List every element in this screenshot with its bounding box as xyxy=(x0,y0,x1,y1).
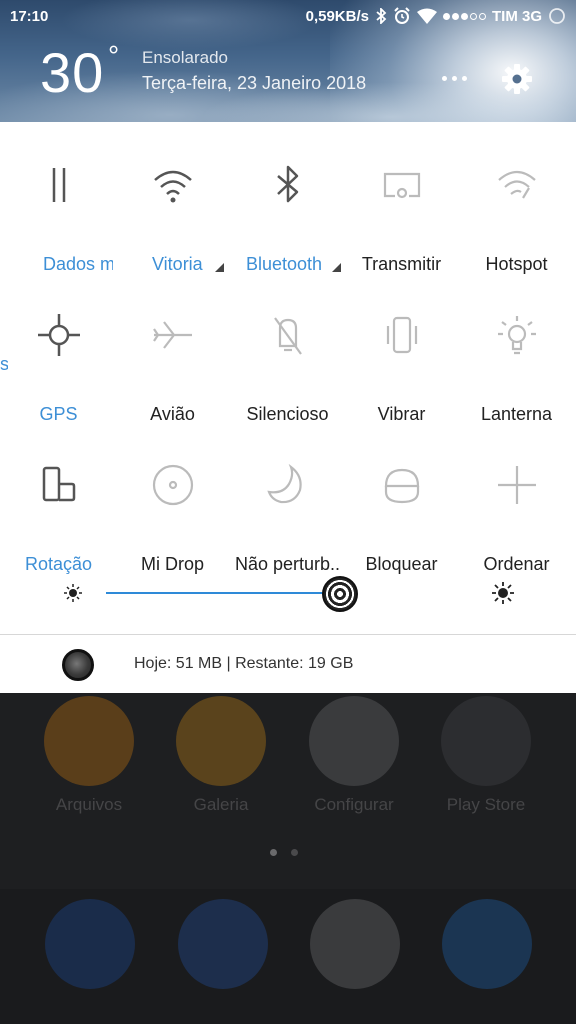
tile-label-mobile-data: Dados m xyxy=(43,254,113,274)
signal-strength-icon xyxy=(442,12,486,20)
tile-cast[interactable]: Transmitir xyxy=(344,144,459,274)
contacts-icon[interactable] xyxy=(178,899,268,989)
weather-condition: Ensolarado xyxy=(142,48,229,67)
folder-icon xyxy=(44,696,134,786)
home-screen-background: Arquivos Galeria Configurar Play Store xyxy=(0,693,576,1024)
tile-gps[interactable]: GPS xyxy=(1,294,116,424)
brightness-control xyxy=(0,570,576,618)
tile-lock[interactable]: Bloquear xyxy=(344,444,459,574)
email-icon[interactable] xyxy=(310,899,400,989)
bluetooth-status-icon xyxy=(376,8,387,24)
tile-label-flashlight: Lanterna xyxy=(480,404,553,424)
degree-symbol: ° xyxy=(108,40,120,71)
vibrate-icon xyxy=(381,314,423,356)
status-icons: 0,59KB/s TIM 3G xyxy=(306,7,566,25)
more-options-button[interactable] xyxy=(440,66,470,90)
messages-icon[interactable] xyxy=(442,899,532,989)
tile-hotspot[interactable]: Hotspot xyxy=(459,144,574,274)
tile-label-hotspot: Hotspot xyxy=(485,254,548,274)
tile-label-bluetooth: Bluetooth xyxy=(246,254,323,274)
tile-label-cast: Transmitir xyxy=(361,254,442,274)
expand-arrow-icon xyxy=(215,263,224,272)
tile-sort[interactable]: Ordenar xyxy=(459,444,574,574)
cast-screen-icon xyxy=(381,164,423,206)
tile-rotation[interactable]: Rotação xyxy=(1,444,116,574)
play-store-icon xyxy=(441,696,531,786)
data-usage-text: Hoje: 51 MB | Restante: 19 GB xyxy=(134,655,354,672)
tile-flashlight[interactable]: Lanterna xyxy=(459,294,574,424)
carrier-name: TIM 3G xyxy=(491,7,542,25)
home-app-label: Arquivos xyxy=(55,795,123,814)
tile-mobile-data[interactable]: Dados m xyxy=(1,144,116,274)
home-app-label: Play Store xyxy=(446,795,526,814)
alarm-icon xyxy=(394,7,410,24)
tile-label-vibrate: Vibrar xyxy=(377,404,426,424)
settings-gear-icon[interactable] xyxy=(500,62,534,96)
tile-mi-drop[interactable]: Mi Drop xyxy=(115,444,230,574)
home-app-label: Galeria xyxy=(193,795,249,814)
airplane-icon xyxy=(152,314,194,356)
tile-bluetooth[interactable]: Bluetooth xyxy=(230,144,345,274)
flashlight-icon xyxy=(496,314,538,356)
expand-arrow-icon xyxy=(332,263,341,272)
settings-app-icon xyxy=(309,696,399,786)
tile-label-airplane: Avião xyxy=(150,404,195,424)
tile-wifi[interactable]: Vitoria xyxy=(115,144,230,274)
lock-icon xyxy=(381,464,423,506)
page-indicator xyxy=(270,849,298,856)
temperature: 30 xyxy=(40,41,105,104)
plus-icon xyxy=(496,464,538,506)
tile-label-wifi: Vitoria xyxy=(152,254,203,274)
tile-label-gps: GPS xyxy=(39,404,78,424)
brightness-low-icon xyxy=(64,584,82,602)
data-usage-row[interactable]: Hoje: 51 MB | Restante: 19 GB xyxy=(0,635,576,693)
brightness-high-icon xyxy=(492,582,514,604)
brightness-slider[interactable] xyxy=(106,592,340,594)
hotspot-icon xyxy=(496,164,538,206)
tile-airplane[interactable]: Avião xyxy=(115,294,230,424)
phone-icon[interactable] xyxy=(45,899,135,989)
tile-silent[interactable]: Silencioso xyxy=(230,294,345,424)
data-usage-icon xyxy=(62,649,94,681)
tile-vibrate[interactable]: Vibrar xyxy=(344,294,459,424)
bluetooth-icon xyxy=(267,164,309,206)
moon-icon xyxy=(267,463,309,506)
gps-crosshair-icon xyxy=(38,314,80,356)
battery-circle-icon xyxy=(549,8,565,24)
rotation-lock-icon xyxy=(38,464,80,506)
weather-date: Terça-feira, 23 Janeiro 2018 xyxy=(142,73,367,93)
wifi-icon xyxy=(152,164,194,206)
pause-bars-icon xyxy=(38,164,80,206)
notification-header: 17:10 0,59KB/s TIM 3G 30 ° Ensolarado Te… xyxy=(0,0,576,122)
gallery-icon xyxy=(176,696,266,786)
tile-do-not-disturb[interactable]: Não perturb.. xyxy=(230,444,345,574)
dock xyxy=(0,889,576,1024)
network-speed: 0,59KB/s xyxy=(305,7,369,25)
tile-label-silent: Silencioso xyxy=(246,404,329,424)
quick-settings-panel: s Dados m Vitoria Bluetooth Transmitir H… xyxy=(0,122,576,693)
wifi-status-icon xyxy=(416,8,437,24)
bell-off-icon xyxy=(267,314,309,356)
home-app-label: Configurar xyxy=(314,795,394,814)
status-time: 17:10 xyxy=(10,8,49,25)
status-bar: 17:10 0,59KB/s TIM 3G xyxy=(0,0,576,32)
brightness-slider-thumb[interactable] xyxy=(322,576,358,612)
mi-drop-icon xyxy=(152,464,194,506)
